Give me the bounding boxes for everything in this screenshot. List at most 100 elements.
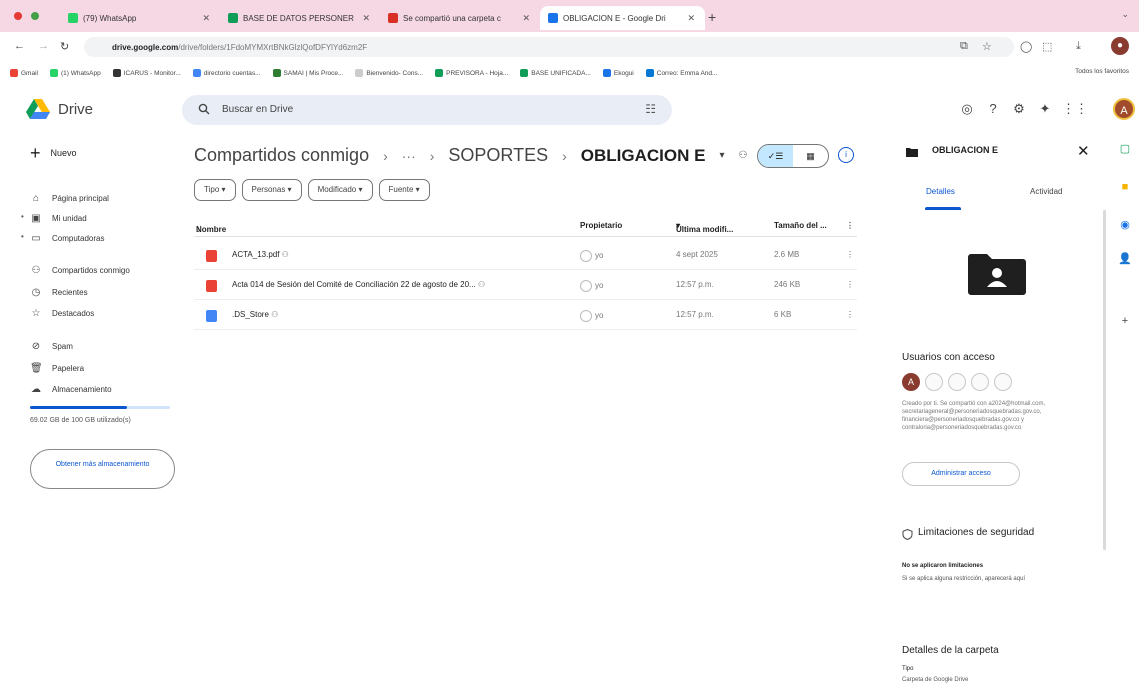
details-info-icon[interactable]: i [838, 147, 854, 163]
table-row[interactable]: .DS_Store ⚇ yo 12:57 p.m. 6 KB ⋮ [194, 300, 857, 330]
settings-icon[interactable]: ⚙ [1010, 100, 1028, 118]
column-modified[interactable]: Última modifi... ▾ [676, 221, 733, 234]
breadcrumb-shared[interactable]: Compartidos conmigo [194, 145, 369, 166]
new-tab-icon[interactable]: + [708, 9, 716, 25]
filter-type-chip[interactable]: Tipo ▾ [194, 179, 236, 201]
sidebar-item-recent[interactable]: ◷ Recientes [30, 284, 88, 300]
bookmark-item[interactable]: ICARUS - Monitor... [112, 69, 181, 77]
tab-close-icon[interactable]: ✕ [362, 13, 370, 24]
contacts-app-icon[interactable]: 👤 [1118, 252, 1132, 266]
bookmark-item[interactable]: Gmail [10, 69, 38, 77]
tab-close-icon[interactable]: ✕ [687, 13, 695, 24]
forward-icon[interactable]: → [38, 40, 49, 52]
table-row[interactable]: Acta 014 de Sesión del Comité de Concili… [194, 270, 857, 300]
get-more-storage-button[interactable]: Obtener más almacenamiento [30, 449, 175, 489]
keep-app-icon[interactable]: ■ [1118, 180, 1132, 194]
breadcrumb-ellipsis[interactable]: ··· [402, 148, 416, 164]
grid-view-icon[interactable]: ▦ [793, 145, 828, 167]
bookmark-star-icon[interactable]: ☆ [982, 40, 992, 53]
manage-access-button[interactable]: Administrar acceso [902, 462, 1020, 486]
offline-status-icon[interactable]: ◎ [958, 100, 976, 118]
breadcrumb-current-folder[interactable]: OBLIGACION E [581, 146, 706, 166]
drive-logo-icon[interactable] [26, 99, 50, 119]
sidebar-item-starred[interactable]: ☆ Destacados [30, 305, 95, 321]
bookmark-item[interactable]: Bienvenido- Cons... [355, 69, 423, 77]
shared-icon: ⚇ [477, 280, 486, 289]
close-icon[interactable]: ✕ [1077, 142, 1090, 160]
star-icon: ☆ [31, 307, 41, 319]
bookmark-item[interactable]: Correo: Emma And... [645, 69, 717, 77]
calendar-app-icon[interactable]: ▢ [1118, 142, 1132, 156]
expand-arrow-icon[interactable]: • [21, 212, 24, 221]
row-menu-icon[interactable]: ⋮ [846, 310, 854, 319]
sidebar-item-spam[interactable]: ⊘ Spam [30, 338, 73, 354]
tab-gmail[interactable]: Se compartió una carpeta c ✕ [380, 6, 540, 30]
back-icon[interactable]: ← [14, 40, 25, 52]
sidebar-item-shared[interactable]: ⚇ Compartidos conmigo [30, 262, 130, 278]
filter-source-chip[interactable]: Fuente ▾ [378, 179, 430, 201]
tab-base-datos[interactable]: BASE DE DATOS PERSONER ✕ [220, 6, 380, 30]
tab-search-chevron-icon[interactable]: ⌄ [1121, 9, 1129, 20]
gemini-icon[interactable]: ✦ [1036, 100, 1054, 118]
spam-icon: ⊘ [31, 340, 41, 352]
breadcrumb-soportes[interactable]: SOPORTES [448, 145, 548, 166]
table-row[interactable]: ACTA_13.pdf ⚇ yo 4 sept 2025 2.6 MB ⋮ [194, 240, 857, 270]
tab-details[interactable]: Detalles [926, 187, 955, 196]
address-bar[interactable]: drive.google.com/drive/folders/1FdoMYMXr… [84, 37, 1014, 57]
account-avatar[interactable]: A [1113, 98, 1135, 120]
extension-icon[interactable]: ◯ [1020, 40, 1032, 53]
row-menu-icon[interactable]: ⋮ [846, 280, 854, 289]
bookmark-label: (1) WhatsApp [60, 69, 101, 77]
drive-app-name[interactable]: Drive [58, 101, 93, 118]
sidebar-item-my-drive[interactable]: ▣ Mi unidad [30, 210, 86, 226]
sidebar-item-home[interactable]: ⌂ Página principal [30, 190, 109, 206]
search-input[interactable]: Buscar en Drive [222, 104, 293, 115]
new-button[interactable]: + Nuevo [30, 144, 77, 162]
panel-scrollbar[interactable] [1103, 210, 1106, 550]
tasks-app-icon[interactable]: ◉ [1118, 218, 1132, 232]
tab-close-icon[interactable]: ✕ [202, 13, 210, 24]
filter-people-chip[interactable]: Personas ▾ [241, 179, 302, 201]
expand-arrow-icon[interactable]: • [21, 232, 24, 241]
column-owner[interactable]: Propietario [580, 221, 622, 230]
filter-modified-chip[interactable]: Modificado ▾ [307, 179, 373, 201]
list-view-icon[interactable]: ✓☰ [758, 145, 793, 167]
help-icon[interactable]: ? [984, 100, 1002, 118]
folder-menu-chevron-icon[interactable]: ▾ [719, 150, 724, 161]
search-icon[interactable] [198, 103, 210, 115]
sidebar-item-trash[interactable]: 🗑 Papelera [30, 360, 84, 376]
tab-activity[interactable]: Actividad [1030, 187, 1062, 196]
tab-drive-active[interactable]: OBLIGACION E - Google Dri ✕ [540, 6, 705, 30]
security-none-text: No se aplicaron limitaciones [902, 563, 984, 569]
bookmark-item[interactable]: (1) WhatsApp [49, 69, 101, 77]
column-size[interactable]: Tamaño del ... [774, 221, 827, 230]
apps-grid-icon[interactable]: ⋮⋮ [1062, 100, 1088, 118]
download-icon[interactable]: ⤓ [1076, 40, 1081, 53]
bookmark-item[interactable]: directorio cuentas... [192, 69, 261, 77]
bookmark-item[interactable]: PREVISORA - Hoja... [435, 69, 508, 77]
reload-icon[interactable]: ↻ [60, 40, 69, 53]
bookmark-item[interactable]: BASE UNIFICADA... [520, 69, 591, 77]
minimize-window-dot[interactable] [31, 12, 39, 20]
extensions-puzzle-icon[interactable]: ⬚ [1042, 40, 1052, 53]
users-avatars[interactable]: A [902, 373, 1012, 391]
search-options-icon[interactable]: ☷ [645, 102, 656, 116]
sidebar-item-storage[interactable]: ☁ Almacenamiento [30, 381, 112, 397]
user-avatar[interactable]: A [902, 373, 920, 391]
bookmark-item[interactable]: Ekogui [602, 69, 634, 77]
bookmark-item[interactable]: SAMAI | Mis Proce... [272, 69, 343, 77]
row-menu-icon[interactable]: ⋮ [846, 250, 854, 259]
close-window-dot[interactable] [14, 12, 22, 20]
outlook-icon [645, 69, 654, 77]
browser-profile-avatar[interactable]: ● [1111, 37, 1129, 55]
add-app-icon[interactable]: + [1118, 314, 1132, 328]
tab-close-icon[interactable]: ✕ [522, 13, 530, 24]
sidebar-item-computers[interactable]: ▭ Computadoras [30, 230, 104, 246]
tab-whatsapp[interactable]: (79) WhatsApp ✕ [60, 6, 220, 30]
columns-menu-icon[interactable]: ⋮ [846, 221, 854, 230]
site-info-icon[interactable]: ⧉ [960, 40, 968, 53]
sort-arrow-icon[interactable]: ↓ [196, 225, 200, 234]
all-bookmarks[interactable]: Todos los favoritos [1075, 68, 1129, 75]
search-bar[interactable]: Buscar en Drive ☷ [182, 95, 672, 125]
document-file-icon [206, 310, 217, 322]
